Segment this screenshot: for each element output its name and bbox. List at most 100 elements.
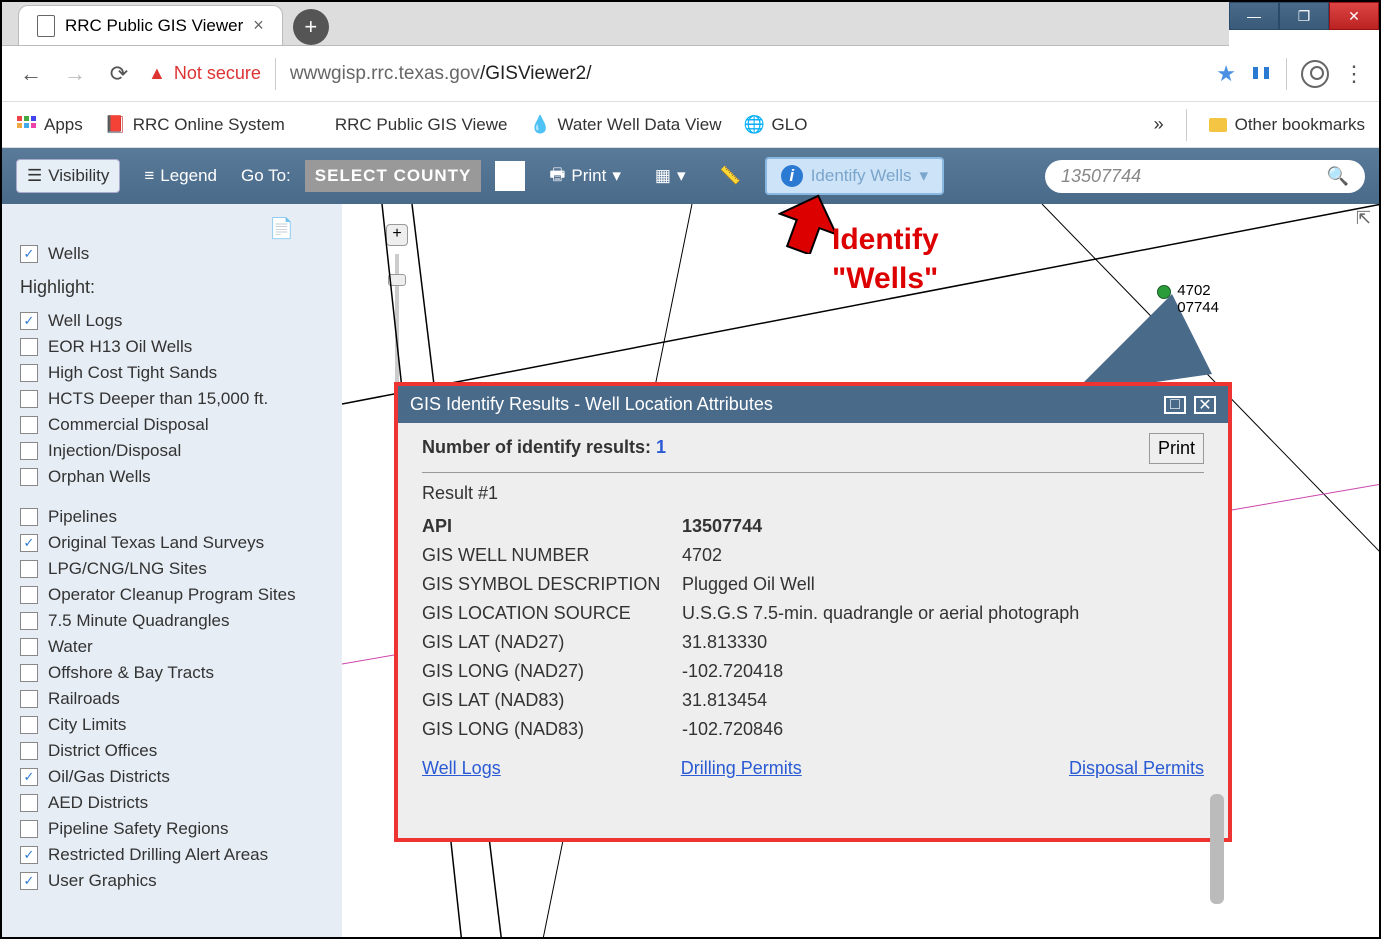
layer-checkbox[interactable]: High Cost Tight Sands xyxy=(20,360,324,386)
layer-label: Restricted Drilling Alert Areas xyxy=(48,845,268,865)
search-icon[interactable]: 🔍 xyxy=(1327,166,1349,187)
measure-button[interactable]: 📏 xyxy=(710,160,751,192)
county-field[interactable] xyxy=(495,161,525,191)
menu-icon[interactable]: ⋮ xyxy=(1343,61,1365,87)
popup-title: GIS Identify Results - Well Location Att… xyxy=(410,394,773,415)
close-popup-icon[interactable]: ✕ xyxy=(1194,396,1216,414)
bookmark-icon: 📕 xyxy=(105,115,125,135)
layer-checkbox[interactable]: Orphan Wells xyxy=(20,464,324,490)
legend-icon: ≡ xyxy=(144,166,154,186)
layer-checkbox[interactable]: 7.5 Minute Quadrangles xyxy=(20,608,324,634)
bookmark-item[interactable]: 🌐GLO xyxy=(744,115,808,135)
minimize-button[interactable]: — xyxy=(1229,2,1279,30)
popup-header[interactable]: GIS Identify Results - Well Location Att… xyxy=(398,386,1228,423)
layer-checkbox[interactable]: Oil/Gas Districts xyxy=(20,764,324,790)
extension-icon[interactable] xyxy=(1250,63,1272,85)
print-results-button[interactable]: Print xyxy=(1149,433,1204,464)
address-bar: ← → ⟳ ▲ Not secure wwwgisp.rrc.texas.gov… xyxy=(2,46,1379,102)
close-tab-icon[interactable]: × xyxy=(253,15,264,36)
layer-checkbox[interactable]: Well Logs xyxy=(20,308,324,334)
overflow-chevron-icon[interactable]: » xyxy=(1154,114,1164,135)
layer-checkbox[interactable]: AED Districts xyxy=(20,790,324,816)
divider xyxy=(275,58,276,90)
layer-checkbox[interactable]: Commercial Disposal xyxy=(20,412,324,438)
layer-checkbox[interactable]: Restricted Drilling Alert Areas xyxy=(20,842,324,868)
divider xyxy=(1186,109,1187,141)
layer-checkbox[interactable]: Pipeline Safety Regions xyxy=(20,816,324,842)
bookmark-item[interactable]: RRC Public GIS Viewe xyxy=(307,115,508,135)
layer-checkbox[interactable]: LPG/CNG/LNG Sites xyxy=(20,556,324,582)
checkbox-icon xyxy=(20,534,38,552)
account-icon[interactable] xyxy=(1301,60,1329,88)
search-input[interactable] xyxy=(1061,166,1317,187)
search-box: 🔍 xyxy=(1045,160,1365,193)
bookmark-icon: 🌐 xyxy=(744,115,764,135)
checkbox-icon xyxy=(20,664,38,682)
checkbox-icon xyxy=(20,768,38,786)
layer-label: EOR H13 Oil Wells xyxy=(48,337,192,357)
wells-checkbox[interactable]: Wells xyxy=(20,241,324,267)
back-button[interactable]: ← xyxy=(16,61,46,87)
layer-checkbox[interactable]: EOR H13 Oil Wells xyxy=(20,334,324,360)
layer-label: Pipeline Safety Regions xyxy=(48,819,229,839)
layers-icon: ☰ xyxy=(27,166,42,186)
layer-checkbox[interactable]: Original Texas Land Surveys xyxy=(20,530,324,556)
layer-checkbox[interactable]: Railroads xyxy=(20,686,324,712)
sidebar: 📄 Wells Highlight: Well LogsEOR H13 Oil … xyxy=(2,204,342,937)
layer-checkbox[interactable]: District Offices xyxy=(20,738,324,764)
maximize-popup-icon[interactable]: □ xyxy=(1164,396,1186,414)
layer-label: HCTS Deeper than 15,000 ft. xyxy=(48,389,268,409)
checkbox-icon xyxy=(20,312,38,330)
layer-checkbox[interactable]: User Graphics xyxy=(20,868,324,894)
new-tab-button[interactable]: + xyxy=(293,9,329,45)
checkbox-icon xyxy=(20,390,38,408)
layer-label: Oil/Gas Districts xyxy=(48,767,170,787)
grid-icon: ▦ xyxy=(655,166,671,186)
well-dot-icon xyxy=(1157,285,1171,299)
url-field[interactable]: wwwgisp.rrc.texas.gov/GISViewer2/ xyxy=(290,63,592,85)
legend-button[interactable]: ≡Legend xyxy=(134,160,227,192)
layer-checkbox[interactable]: Offshore & Bay Tracts xyxy=(20,660,324,686)
checkbox-icon xyxy=(20,560,38,578)
forward-button[interactable]: → xyxy=(60,61,90,87)
divider xyxy=(1286,58,1287,90)
bookmark-star-icon[interactable]: ★ xyxy=(1216,61,1236,87)
layer-label: AED Districts xyxy=(48,793,148,813)
print-button[interactable]: 🖶Print▾ xyxy=(539,156,631,197)
export-pdf-icon[interactable]: 📄 xyxy=(20,216,324,241)
maximize-button[interactable]: ❐ xyxy=(1279,2,1329,30)
checkbox-icon xyxy=(20,794,38,812)
apps-button[interactable]: Apps xyxy=(16,115,83,135)
visibility-button[interactable]: ☰Visibility xyxy=(16,159,120,193)
window-controls: — ❐ ✕ xyxy=(1229,2,1379,30)
close-window-button[interactable]: ✕ xyxy=(1329,2,1379,30)
result-count: Number of identify results: 1 xyxy=(422,437,1204,458)
checkbox-icon xyxy=(20,416,38,434)
security-indicator[interactable]: ▲ Not secure xyxy=(148,63,261,84)
layer-checkbox[interactable]: City Limits xyxy=(20,712,324,738)
layer-checkbox[interactable]: Water xyxy=(20,634,324,660)
other-bookmarks-button[interactable]: Other bookmarks xyxy=(1209,115,1365,135)
result-row: GIS SYMBOL DESCRIPTIONPlugged Oil Well xyxy=(422,570,1204,599)
well-logs-link[interactable]: Well Logs xyxy=(422,758,501,779)
well-marker[interactable]: 470207744 xyxy=(1157,282,1219,316)
tab-active[interactable]: RRC Public GIS Viewer × xyxy=(18,5,283,45)
checkbox-icon xyxy=(20,612,38,630)
apps-icon xyxy=(16,115,36,135)
grid-tool-button[interactable]: ▦▾ xyxy=(645,160,696,192)
scrollbar-thumb[interactable] xyxy=(1210,794,1224,904)
drilling-permits-link[interactable]: Drilling Permits xyxy=(681,758,802,779)
result-row: GIS LAT (NAD27)31.813330 xyxy=(422,628,1204,657)
bookmark-item[interactable]: 📕RRC Online System xyxy=(105,115,285,135)
identify-wells-button[interactable]: iIdentify Wells▾ xyxy=(765,157,944,195)
reload-button[interactable]: ⟳ xyxy=(104,61,134,87)
disposal-permits-link[interactable]: Disposal Permits xyxy=(1069,758,1204,779)
layer-label: Offshore & Bay Tracts xyxy=(48,663,214,683)
layer-checkbox[interactable]: HCTS Deeper than 15,000 ft. xyxy=(20,386,324,412)
bookmark-item[interactable]: 💧Water Well Data View xyxy=(529,115,721,135)
layer-label: User Graphics xyxy=(48,871,157,891)
layer-checkbox[interactable]: Injection/Disposal xyxy=(20,438,324,464)
layer-checkbox[interactable]: Pipelines xyxy=(20,504,324,530)
layer-checkbox[interactable]: Operator Cleanup Program Sites xyxy=(20,582,324,608)
county-select[interactable]: SELECT COUNTY xyxy=(305,160,482,192)
